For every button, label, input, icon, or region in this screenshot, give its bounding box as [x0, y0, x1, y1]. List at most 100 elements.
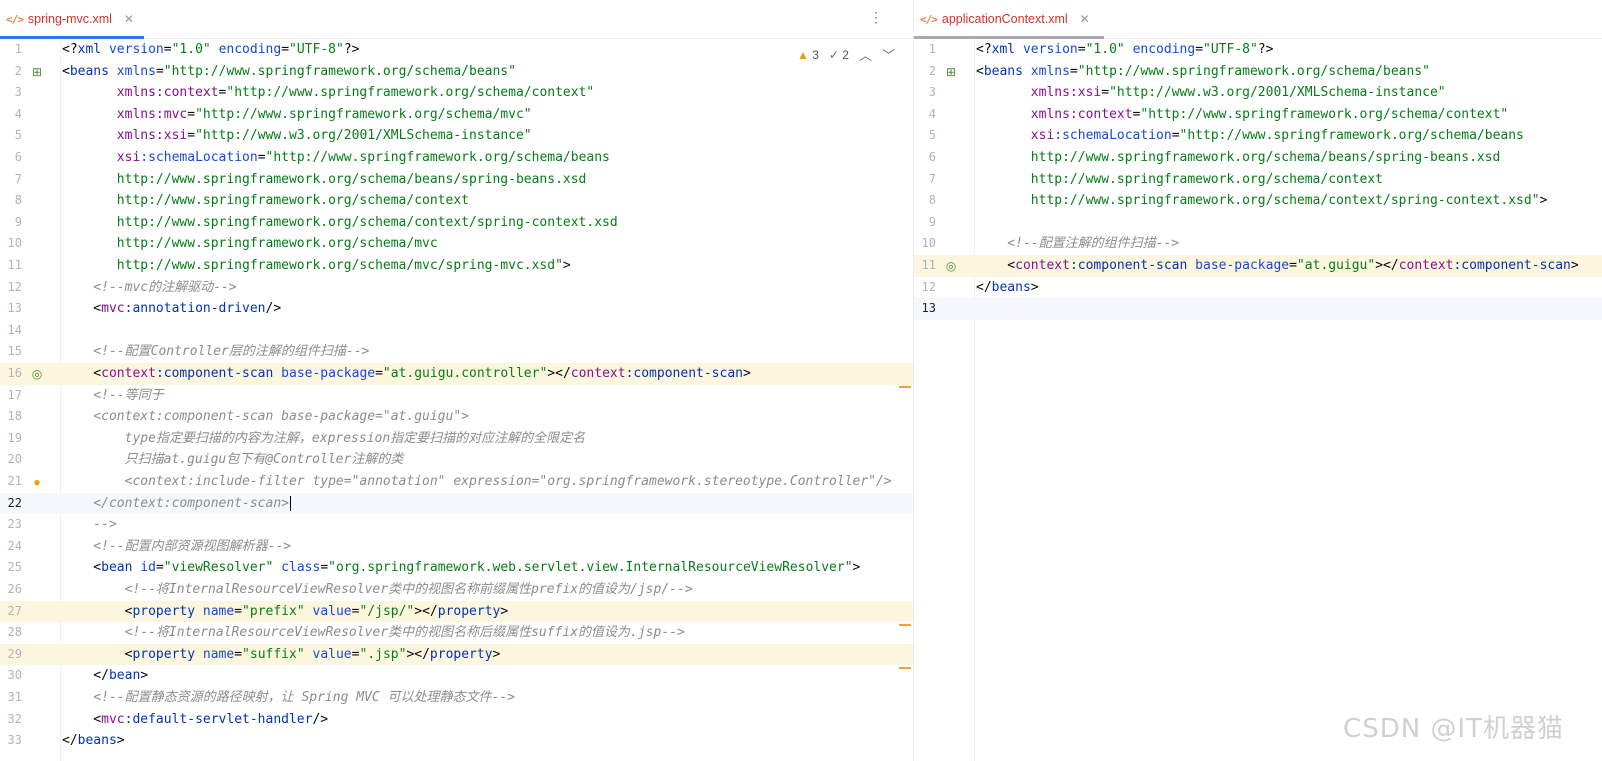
code-text: http://www.springframework.org/schema/be… — [62, 169, 913, 191]
line-number: 17 — [7, 387, 22, 402]
code-line[interactable]: 10 http://www.springframework.org/schema… — [0, 233, 913, 255]
code-line[interactable]: 26 <!--将InternalResourceViewResolver类中的视… — [0, 579, 913, 601]
code-line[interactable]: 13 — [914, 298, 1602, 320]
code-line[interactable]: 7 http://www.springframework.org/schema/… — [914, 169, 1602, 191]
code-text: xmlns:mvc="http://www.springframework.or… — [62, 104, 913, 126]
code-line[interactable]: 11 ◎ <context:component-scan base-package… — [914, 255, 1602, 277]
code-line[interactable]: 16 ◎ <context:component-scan base-package… — [0, 363, 913, 385]
spring-bean-icon[interactable]: ◎ — [944, 259, 958, 273]
code-line[interactable]: 18 <context:component-scan base-package=… — [0, 406, 913, 428]
code-line[interactable]: 8 http://www.springframework.org/schema/… — [0, 190, 913, 212]
code-line[interactable]: 8 http://www.springframework.org/schema/… — [914, 190, 1602, 212]
code-line[interactable]: 33 </beans> — [0, 730, 913, 752]
code-line[interactable]: 7 http://www.springframework.org/schema/… — [0, 169, 913, 191]
error-stripe-mark[interactable] — [899, 624, 911, 626]
right-tab-bar: </> applicationContext.xml ✕ — [914, 0, 1602, 39]
code-line[interactable]: 21 ● <context:include-filter type="annota… — [0, 471, 913, 493]
code-line[interactable]: 15 <!--配置Controller层的注解的组件扫描--> — [0, 341, 913, 363]
line-number: 1 — [14, 42, 22, 56]
code-line[interactable]: 17 <!--等同于 — [0, 385, 913, 407]
code-line[interactable]: 31 <!--配置静态资源的路径映射，让 Spring MVC 可以处理静态文件… — [0, 687, 913, 709]
line-number: 12 — [7, 279, 22, 294]
code-token: <!--mvc的注解驱动--> — [62, 279, 237, 295]
spring-bean-icon[interactable]: ◎ — [30, 367, 44, 381]
code-line[interactable]: 14 — [0, 320, 913, 342]
left-code-editor[interactable]: ▲ 3 ✓ 2 ︿ ﹀ 1 <?xml version="1.0" encodin… — [0, 39, 913, 761]
code-token: <? — [62, 42, 78, 57]
code-line[interactable]: 3 xmlns:context="http://www.springframew… — [0, 82, 913, 104]
code-token: xml — [991, 42, 1016, 57]
code-line[interactable]: 12 </beans> — [914, 277, 1602, 299]
code-line[interactable]: 19 type指定要扫描的内容为注解，expression指定要扫描的对应注解的… — [0, 428, 913, 450]
code-text: type指定要扫描的内容为注解，expression指定要扫描的对应注解的全限定… — [62, 428, 913, 450]
code-line[interactable]: 32 <mvc:default-servlet-handler/> — [0, 709, 913, 731]
code-token: < — [62, 603, 133, 619]
code-token: <!--将InternalResourceViewResolver类中的视图名称… — [62, 582, 693, 597]
lightbulb-icon[interactable]: ● — [30, 475, 44, 489]
code-line[interactable]: 4 xmlns:mvc="http://www.springframework.… — [0, 104, 913, 126]
code-line[interactable]: 25 <bean id="viewResolver" class="org.sp… — [0, 557, 913, 579]
code-token: http://www.springframework.org/schema/co… — [62, 214, 618, 230]
code-line[interactable]: 28 <!--将InternalResourceViewResolver类中的视… — [0, 622, 913, 644]
error-stripe-mark[interactable] — [899, 667, 911, 669]
code-token: http://www.springframework.org/schema/mv… — [62, 258, 563, 273]
code-line[interactable]: 27 <property name="prefix" value="/jsp/"… — [0, 600, 913, 623]
code-line[interactable]: 9 — [914, 212, 1602, 234]
close-icon[interactable]: ✕ — [124, 12, 134, 26]
code-text: <bean id="viewResolver" class="org.sprin… — [62, 557, 913, 579]
code-line[interactable]: 20 只扫描at.guigu包下有@Controller注解的类 — [0, 449, 913, 471]
code-token: context — [101, 366, 156, 381]
code-line[interactable]: 3 xmlns:xsi="http://www.w3.org/2001/XMLS… — [914, 82, 1602, 104]
code-line[interactable]: 1 <?xml version="1.0" encoding="UTF-8"?> — [0, 39, 913, 61]
code-text: <?xml version="1.0" encoding="UTF-8"?> — [976, 39, 1602, 61]
code-token: xml — [77, 42, 102, 57]
code-token: 只扫描at.guigu包下有@Controller注解的类 — [62, 452, 404, 468]
tab-spring-mvc-xml[interactable]: </> spring-mvc.xml ✕ — [0, 0, 144, 39]
tab-application-context-xml[interactable]: </> applicationContext.xml ✕ — [914, 0, 1104, 39]
bean-structure-icon[interactable]: ⊞ — [30, 65, 44, 79]
code-line[interactable]: 23 --> — [0, 514, 913, 536]
more-options-icon[interactable]: ⋮ — [869, 9, 883, 26]
code-token: property — [132, 646, 196, 662]
code-token: ".jsp" — [359, 646, 407, 662]
line-number: 13 — [921, 301, 936, 316]
code-line[interactable]: 13 <mvc:annotation-driven/> — [0, 298, 913, 320]
code-line[interactable]: 9 http://www.springframework.org/schema/… — [0, 212, 913, 234]
code-text: <beans xmlns="http://www.springframework… — [976, 61, 1602, 83]
code-line[interactable]: 30 </bean> — [0, 665, 913, 687]
code-text: xmlns:context="http://www.springframewor… — [976, 104, 1602, 126]
code-token: "http://www.springframework.org/schema/c… — [1140, 106, 1509, 122]
code-line[interactable]: 2 ⊞ <beans xmlns="http://www.springframewo… — [914, 61, 1602, 83]
code-line[interactable]: 6 http://www.springframework.org/schema/… — [914, 147, 1602, 169]
code-token: > — [492, 646, 501, 662]
right-code-editor[interactable]: 1 <?xml version="1.0" encoding="UTF-8"?> 2… — [914, 39, 1602, 761]
code-token: <!--配置注解的组件扫描--> — [976, 236, 1180, 252]
line-number: 9 — [14, 214, 22, 229]
code-line[interactable]: 6 xsi:schemaLocation="http://www.springf… — [0, 147, 913, 169]
code-line[interactable]: 29 <property name="suffix" value=".jsp">… — [0, 643, 913, 666]
code-token: :component-scan — [625, 366, 743, 381]
code-line[interactable]: 24 <!--配置内部资源视图解析器--> — [0, 536, 913, 558]
code-line[interactable]: 2 ⊞ <beans xmlns="http://www.springframewo… — [0, 61, 913, 83]
code-text: <context:component-scan base-package="at… — [62, 363, 913, 385]
code-line[interactable]: 22 </context:component-scan> — [0, 492, 913, 515]
bean-structure-icon[interactable]: ⊞ — [944, 65, 958, 79]
code-token: = — [155, 560, 164, 576]
code-line[interactable]: 5 xmlns:xsi="http://www.w3.org/2001/XMLS… — [0, 125, 913, 147]
code-line[interactable]: 11 http://www.springframework.org/schema… — [0, 255, 913, 277]
code-token: beans — [991, 279, 1031, 295]
code-token: < — [62, 63, 70, 79]
code-line[interactable]: 1 <?xml version="1.0" encoding="UTF-8"?> — [914, 39, 1602, 61]
code-token: < — [62, 711, 102, 727]
code-token: > — [742, 366, 751, 381]
code-line[interactable]: 12 <!--mvc的注解驱动--> — [0, 277, 913, 299]
error-stripe-mark[interactable] — [899, 386, 911, 388]
code-line[interactable]: 10 <!--配置注解的组件扫描--> — [914, 233, 1602, 255]
code-text: <!--配置Controller层的注解的组件扫描--> — [62, 341, 913, 363]
code-line[interactable]: 4 xmlns:context="http://www.springframew… — [914, 104, 1602, 126]
code-text: xsi:schemaLocation="http://www.springfra… — [62, 147, 913, 169]
close-icon[interactable]: ✕ — [1080, 12, 1090, 26]
code-line[interactable]: 5 xsi:schemaLocation="http://www.springf… — [914, 125, 1602, 147]
